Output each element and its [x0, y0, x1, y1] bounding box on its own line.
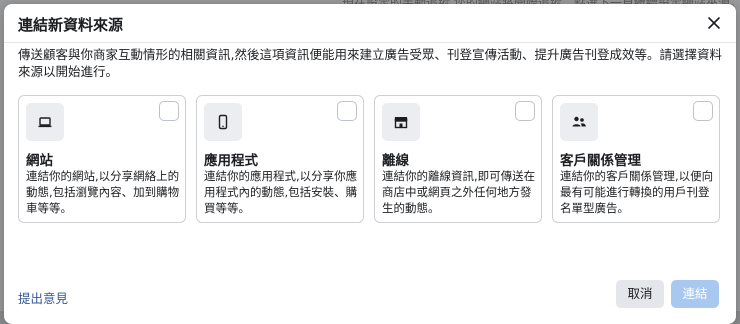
- source-icon-box: [560, 103, 598, 141]
- source-checkbox-crm[interactable]: [693, 101, 713, 121]
- contacts-icon: [572, 116, 586, 127]
- dialog-header: 連結新資料來源: [4, 4, 736, 43]
- source-title: 客戶關係管理: [560, 153, 641, 169]
- close-icon: [708, 17, 720, 29]
- connect-button[interactable]: 連結: [671, 280, 719, 308]
- dialog-title: 連結新資料來源: [18, 16, 124, 34]
- source-title: 離線: [382, 153, 409, 169]
- source-card-crm[interactable]: 客戶關係管理 連結你的客戶關係管理,以便向最有可能進行轉換的用戶刊登名單型廣告。: [552, 95, 720, 223]
- close-button[interactable]: [704, 13, 724, 33]
- source-checkbox-app[interactable]: [337, 101, 357, 121]
- source-checkbox-website[interactable]: [159, 101, 179, 121]
- mobile-phone-icon: [218, 114, 228, 130]
- give-feedback-link[interactable]: 提出意見: [18, 288, 68, 307]
- laptop-icon: [38, 117, 52, 128]
- source-description: 連結你的客戶關係管理,以便向最有可能進行轉換的用戶刊登名單型廣告。: [560, 169, 714, 215]
- source-card-website[interactable]: 網站 連結你的網站,以分享網絡上的動態,包括瀏覽內容、加到購物車等等。: [18, 95, 186, 223]
- source-title: 網站: [26, 153, 53, 169]
- cancel-button[interactable]: 取消: [616, 280, 664, 308]
- source-icon-box: [204, 103, 242, 141]
- source-title: 應用程式: [204, 153, 258, 169]
- source-description: 連結你的網站,以分享網絡上的動態,包括瀏覽內容、加到購物車等等。: [26, 169, 180, 215]
- dialog-description: 傳送顧客與你商家互動情形的相關資訊,然後這項資訊便能用來建立廣告受眾、刊登宣傳活…: [18, 47, 722, 79]
- source-icon-box: [382, 103, 420, 141]
- source-card-offline[interactable]: 離線 連結你的離線資訊,即可傳送在商店中或網頁之外任何地方發生的動態。: [374, 95, 542, 223]
- source-checkbox-offline[interactable]: [515, 101, 535, 121]
- source-description: 連結你的應用程式,以分享你應用程式內的動態,包括安裝、購買等等。: [204, 169, 358, 215]
- source-card-app[interactable]: 應用程式 連結你的應用程式,以分享你應用程式內的動態,包括安裝、購買等等。: [196, 95, 364, 223]
- storefront-icon: [394, 117, 408, 129]
- source-icon-box: [26, 103, 64, 141]
- source-options: 網站 連結你的網站,以分享網絡上的動態,包括瀏覽內容、加到購物車等等。 應用程式…: [18, 95, 722, 223]
- dialog-footer: 提出意見 取消 連結: [4, 274, 736, 314]
- connect-data-source-dialog: 連結新資料來源 傳送顧客與你商家互動情形的相關資訊,然後這項資訊便能用來建立廣告…: [4, 4, 736, 324]
- source-description: 連結你的離線資訊,即可傳送在商店中或網頁之外任何地方發生的動態。: [382, 169, 536, 215]
